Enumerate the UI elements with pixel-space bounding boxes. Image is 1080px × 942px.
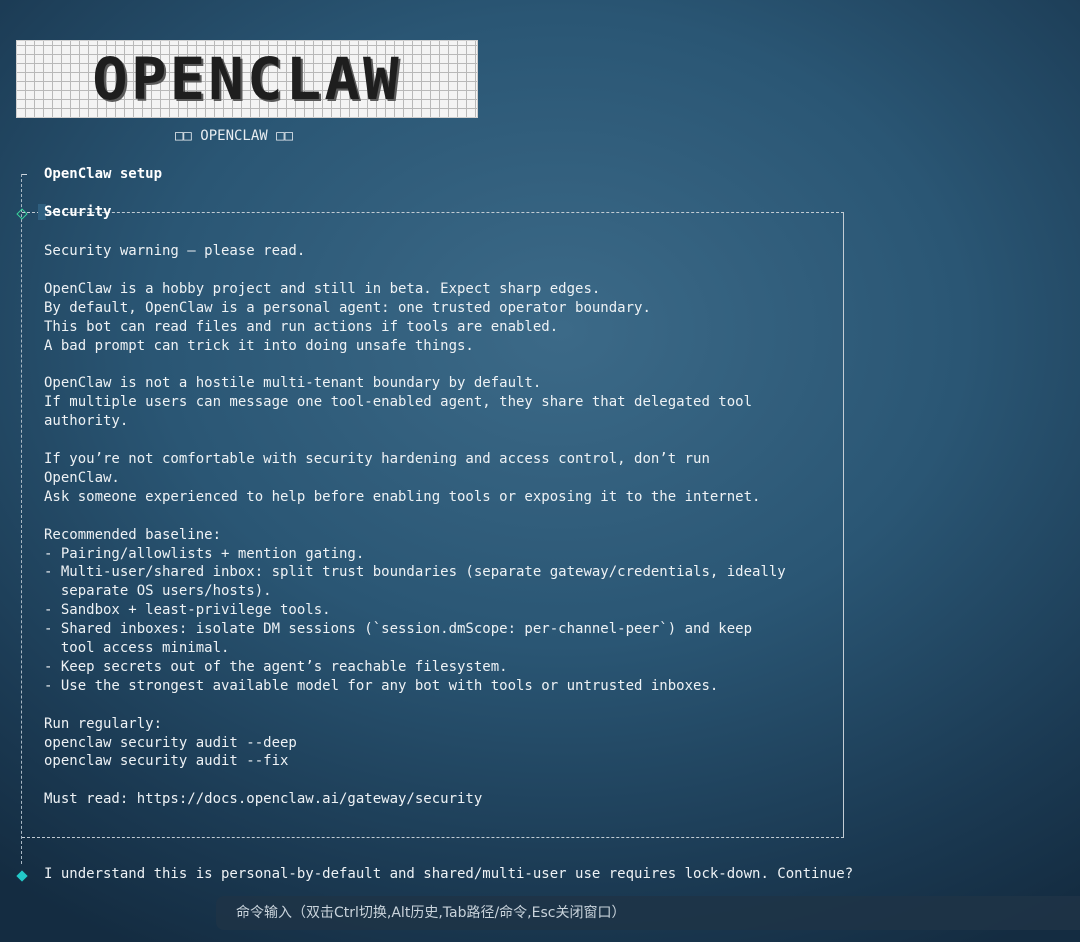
- security-line: Must read: https://docs.openclaw.ai/gate…: [44, 791, 483, 808]
- security-line: - Pairing/allowlists + mention gating.: [44, 545, 365, 562]
- security-line: Recommended baseline:: [44, 526, 222, 543]
- openclaw-logo: OPENCLAW: [16, 40, 478, 118]
- security-line: - Use the strongest available model for …: [44, 677, 719, 694]
- security-line: tool access minimal.: [44, 640, 230, 657]
- security-line: - Shared inboxes: isolate DM sessions (`…: [44, 621, 753, 638]
- security-content: Security warning — please read. OpenClaw…: [44, 242, 844, 809]
- security-line: OpenClaw.: [44, 469, 120, 486]
- security-title: Security: [44, 204, 112, 220]
- security-line: - Keep secrets out of the agent’s reacha…: [44, 658, 508, 675]
- security-line: [44, 696, 844, 715]
- security-line: separate OS users/hosts).: [44, 583, 272, 600]
- security-line: Ask someone experienced to help before e…: [44, 488, 761, 505]
- security-line: If you’re not comfortable with security …: [44, 450, 710, 467]
- security-line: openclaw security audit --deep: [44, 734, 297, 751]
- prompt-diamond-icon: [16, 870, 28, 882]
- security-line: Security warning — please read.: [44, 243, 306, 259]
- security-line: OpenClaw is a hobby project and still in…: [44, 280, 601, 297]
- security-line: This bot can read files and run actions …: [44, 318, 559, 335]
- security-line: A bad prompt can trick it into doing uns…: [44, 337, 474, 354]
- logo-caption: □□ OPENCLAW □□: [175, 128, 294, 144]
- security-line: - Sandbox + least-privilege tools.: [44, 602, 331, 619]
- security-line: openclaw security audit --fix: [44, 753, 289, 770]
- security-line: [44, 261, 844, 280]
- continue-prompt[interactable]: I understand this is personal-by-default…: [44, 866, 853, 882]
- security-line: Run regularly:: [44, 715, 163, 732]
- security-line: - Multi-user/shared inbox: split trust b…: [44, 564, 786, 581]
- security-line: [44, 431, 844, 450]
- security-line: authority.: [44, 413, 129, 430]
- security-line: [44, 771, 844, 790]
- security-line: By default, OpenClaw is a personal agent…: [44, 299, 651, 316]
- security-line: OpenClaw is not a hostile multi-tenant b…: [44, 375, 542, 392]
- command-input-bar[interactable]: 命令输入（双击Ctrl切换,Alt历史,Tab路径/命令,Esc关闭窗口）: [216, 896, 1080, 930]
- logo-text: OPENCLAW: [92, 45, 402, 113]
- security-line: If multiple users can message one tool-e…: [44, 394, 753, 411]
- security-line: [44, 507, 844, 526]
- security-line: [44, 355, 844, 374]
- setup-title: OpenClaw setup: [44, 166, 163, 182]
